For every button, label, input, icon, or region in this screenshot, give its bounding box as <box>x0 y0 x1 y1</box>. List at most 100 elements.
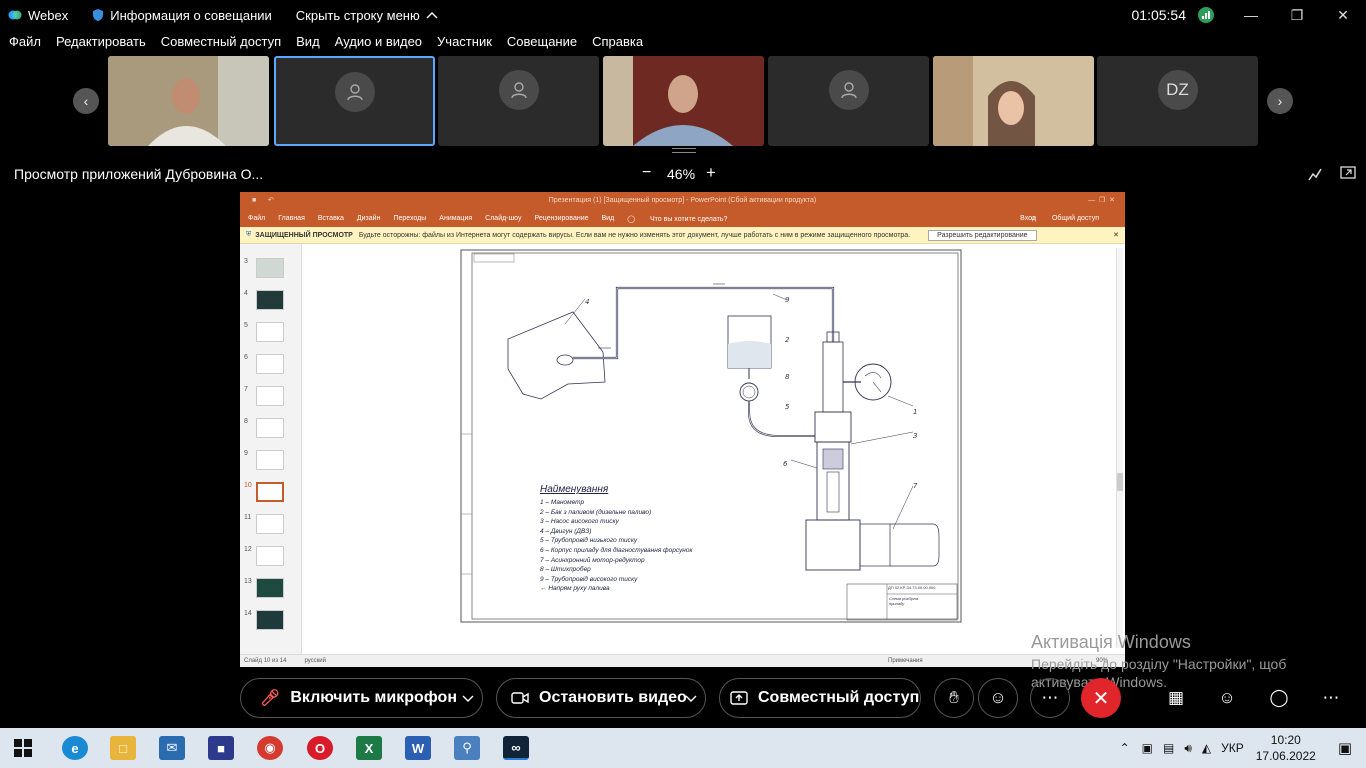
ppt-scrollbar[interactable] <box>1116 248 1123 648</box>
more-options-button[interactable]: ⋯ <box>1030 678 1070 718</box>
ppt-tab-review[interactable]: Рецензирование <box>534 215 588 222</box>
slide-thumb[interactable]: 3 <box>244 258 299 280</box>
svg-text:1: 1 <box>913 408 917 416</box>
hide-menu-button[interactable]: Скрыть строку меню <box>296 8 438 23</box>
leave-meeting-button[interactable]: ✕ <box>1081 678 1121 718</box>
file-explorer-icon[interactable]: □ <box>110 736 136 760</box>
popout-icon[interactable] <box>1340 166 1356 180</box>
tray-monitor-icon[interactable]: ▤ <box>1163 741 1174 755</box>
close-warning-icon[interactable]: ✕ <box>1113 231 1119 239</box>
network-icon[interactable]: ◭ <box>1202 741 1211 755</box>
input-language[interactable]: УКР <box>1221 741 1244 755</box>
muted-mic-icon: 🎤︎ <box>260 690 281 707</box>
save-floppy-icon[interactable]: ■ <box>208 736 234 760</box>
chrome-icon[interactable]: ◉ <box>257 736 283 760</box>
tray-app-icon[interactable]: ▣ <box>1142 741 1153 755</box>
ppt-tab-insert[interactable]: Вставка <box>318 215 344 222</box>
thumbnails-next-button[interactable]: › <box>1267 88 1293 114</box>
tray-expand-icon[interactable]: ⌃ <box>1120 741 1130 755</box>
ppt-share[interactable]: ☺ Общий доступ <box>1030 215 1112 222</box>
ppt-title: Презентация (1) [Защищенный просмотр] - … <box>548 197 817 204</box>
slide-thumb[interactable]: 12 <box>244 546 299 568</box>
participant-initials: DZ <box>1157 70 1198 110</box>
menu-audio-video[interactable]: Аудио и видео <box>335 34 422 54</box>
participant-tile-5[interactable] <box>768 56 929 146</box>
ppt-tell-me[interactable]: ◯ Что вы хотите сделать? <box>627 215 740 223</box>
webex-taskbar-icon[interactable]: ∞ <box>503 736 529 760</box>
raise-hand-button[interactable]: ✋︎ <box>934 678 974 718</box>
ppt-tab-home[interactable]: Главная <box>278 215 305 222</box>
edge-icon[interactable]: e <box>62 736 88 760</box>
taskbar-clock[interactable]: 10:20 17.06.2022 <box>1256 732 1316 764</box>
ppt-tab-view[interactable]: Вид <box>602 215 615 222</box>
menu-view[interactable]: Вид <box>296 34 320 54</box>
ppt-tab-design[interactable]: Дизайн <box>357 215 381 222</box>
ppt-tab-file[interactable]: Файл <box>248 215 265 222</box>
slide-thumb[interactable]: 13 <box>244 578 299 600</box>
participant-tile-1[interactable] <box>108 56 269 146</box>
ppt-scroll-thumb[interactable] <box>1117 473 1123 491</box>
menu-participant[interactable]: Участник <box>437 34 492 54</box>
volume-icon[interactable]: 🔊︎ <box>1184 741 1192 756</box>
video-button[interactable]: Остановить видео <box>496 678 706 718</box>
participant-strip: DZ <box>0 56 1366 146</box>
network-stats-icon[interactable] <box>1198 7 1214 23</box>
zoom-out-button[interactable]: − <box>642 164 651 182</box>
mic-button[interactable]: 🎤︎ Включить микрофон <box>240 678 483 718</box>
restore-button[interactable]: ❐ <box>1274 0 1320 30</box>
slide-thumb[interactable]: 6 <box>244 354 299 376</box>
chevron-down-icon[interactable] <box>462 695 474 703</box>
notifications-icon[interactable]: ▣ <box>1338 739 1352 757</box>
slide-thumb-selected[interactable]: 10 <box>244 482 299 504</box>
menu-meeting[interactable]: Совещание <box>507 34 577 54</box>
close-window-button[interactable]: ✕ <box>1320 0 1366 30</box>
ppt-tab-slideshow[interactable]: Слайд-шоу <box>485 215 521 222</box>
menu-edit[interactable]: Редактировать <box>56 34 146 54</box>
search-tool-icon[interactable]: ⚲ <box>454 736 480 760</box>
shared-powerpoint-window[interactable]: Презентация (1) [Защищенный просмотр] - … <box>240 192 1125 667</box>
participant-video <box>933 56 1094 146</box>
slide-thumb[interactable]: 11 <box>244 514 299 536</box>
app-name: Webex <box>28 7 69 23</box>
webex-app[interactable]: Webex <box>8 8 68 23</box>
slide-thumb[interactable]: 8 <box>244 418 299 440</box>
word-icon[interactable]: W <box>405 736 431 760</box>
participant-tile-3[interactable] <box>438 56 599 146</box>
menu-file[interactable]: Файл <box>9 34 41 54</box>
menu-share[interactable]: Совместный доступ <box>161 34 281 54</box>
excel-icon[interactable]: X <box>356 736 382 760</box>
legend-item: 5 – Трубопровід низького тиску <box>540 537 638 545</box>
slide-thumb[interactable]: 5 <box>244 322 299 344</box>
more-panel-button[interactable]: ⋯ <box>1311 678 1351 718</box>
status-notes[interactable]: Примечания <box>888 658 923 664</box>
participant-tile-6[interactable] <box>933 56 1094 146</box>
opera-icon[interactable]: O <box>307 736 333 760</box>
chat-button[interactable]: ◯ <box>1259 678 1299 718</box>
ppt-tab-transitions[interactable]: Переходы <box>393 215 426 222</box>
slide-thumb[interactable]: 9 <box>244 450 299 472</box>
slide-thumb[interactable]: 14 <box>244 610 299 632</box>
annotate-icon[interactable] <box>1307 166 1323 182</box>
share-button[interactable]: Совместный доступ <box>719 678 921 718</box>
start-button[interactable] <box>14 739 32 757</box>
reactions-button[interactable]: ☺ <box>978 678 1018 718</box>
participant-tile-7[interactable]: DZ <box>1097 56 1258 146</box>
resize-handle[interactable] <box>672 148 696 153</box>
slide-editor[interactable]: 4 9 2 8 5 6 1 3 7 Найменування 1 – Маном… <box>303 244 1116 654</box>
chevron-down-icon[interactable] <box>685 695 697 703</box>
share-view-bar: Просмотр приложений Дубровина О... − 46%… <box>0 160 1366 188</box>
ppt-tab-animation[interactable]: Анимация <box>439 215 472 222</box>
slide-thumb[interactable]: 4 <box>244 290 299 312</box>
participants-button[interactable]: ☺ <box>1207 678 1247 718</box>
zoom-in-button[interactable]: + <box>706 163 716 183</box>
enable-editing-button[interactable]: Разрешить редактирование <box>928 229 1037 241</box>
slide-thumb[interactable]: 7 <box>244 386 299 408</box>
mail-icon[interactable]: ✉ <box>159 736 185 760</box>
apps-button[interactable]: ▦ <box>1156 678 1196 718</box>
participant-video <box>108 56 269 146</box>
meeting-info-button[interactable]: Информация о совещании <box>92 8 272 23</box>
menu-help[interactable]: Справка <box>592 34 643 54</box>
participant-tile-4[interactable] <box>603 56 764 146</box>
participant-tile-2[interactable] <box>274 56 435 146</box>
minimize-button[interactable]: — <box>1228 0 1274 30</box>
